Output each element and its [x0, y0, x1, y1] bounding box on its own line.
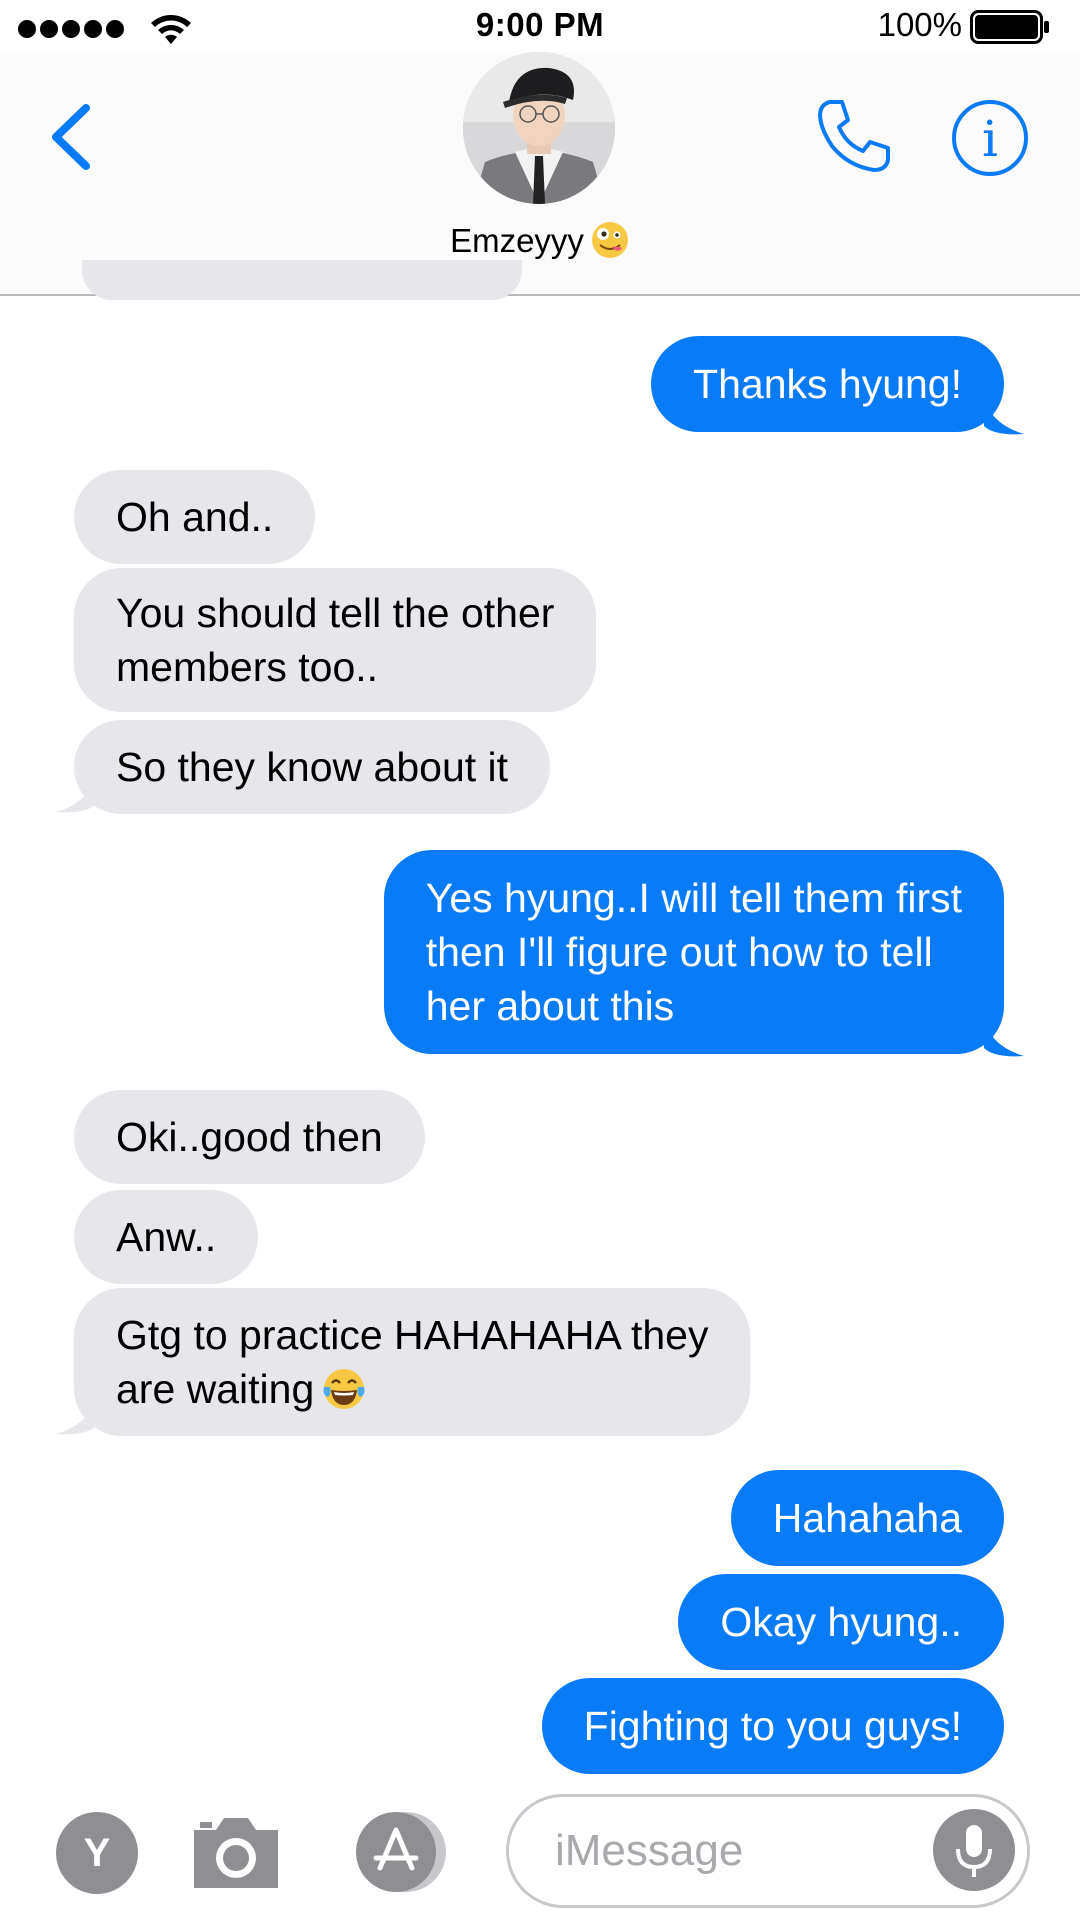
imessage-input[interactable]	[555, 1797, 925, 1905]
message-list[interactable]: Thanks hyung! Oh and.. You should tell t…	[0, 260, 1080, 1780]
message-text: are waiting	[116, 1366, 315, 1412]
message-text: Gtg to practice HAHAHAHA they	[116, 1312, 709, 1358]
received-message-bubble[interactable]: Oki..good then	[74, 1090, 425, 1184]
sent-message-bubble[interactable]: Yes hyung..I will tell them first then I…	[383, 850, 1004, 1054]
sent-message-bubble[interactable]: Thanks hyung!	[651, 336, 1004, 432]
sent-message-bubble[interactable]: Fighting to you guys!	[541, 1678, 1004, 1774]
status-bar: 9:00 PM 100%	[0, 0, 1080, 52]
received-message-bubble[interactable]: Gtg to practice HAHAHAHA they are waitin…	[74, 1288, 751, 1436]
message-text: her about this	[425, 983, 675, 1029]
message-text: You should tell the other	[116, 590, 555, 636]
message-text: Yes hyung..I will tell them first	[425, 875, 962, 921]
bubble-tail	[56, 774, 96, 813]
bubble-tail	[56, 1396, 96, 1435]
chevron-left-icon[interactable]	[40, 92, 100, 182]
received-message-bubble[interactable]: Oh and..	[74, 470, 316, 564]
svg-text:i: i	[982, 110, 998, 168]
apps-button[interactable]: Y	[56, 1812, 138, 1894]
bubble-tail	[984, 396, 1024, 435]
message-input-bar: Y	[0, 1780, 1080, 1920]
message-text: Hahahaha	[772, 1495, 962, 1541]
message-text: members too..	[116, 644, 379, 690]
microphone-button[interactable]	[933, 1809, 1015, 1891]
message-text: Oh and..	[116, 494, 274, 540]
message-text: then I'll figure out how to tell	[425, 929, 933, 975]
battery-fill	[975, 15, 1038, 39]
avatar[interactable]	[463, 52, 615, 204]
message-text-line: are waiting	[116, 1362, 708, 1416]
message-field[interactable]	[506, 1794, 1030, 1908]
app-store-icon[interactable]	[346, 1810, 458, 1894]
received-message-bubble[interactable]: Anw..	[74, 1190, 259, 1284]
bubble-tail	[984, 1018, 1024, 1057]
message-text: Fighting to you guys!	[583, 1703, 962, 1749]
zany-face-emoji	[591, 222, 628, 258]
avatar-image	[463, 52, 615, 204]
received-message-bubble[interactable]: You should tell the other members too..	[74, 568, 597, 712]
contact-name: Emzeyyy	[450, 222, 584, 259]
camera-icon[interactable]	[188, 1812, 284, 1892]
face-with-tears-of-joy-emoji	[323, 1369, 365, 1409]
microphone-icon	[956, 1825, 992, 1877]
battery-percentage: 100%	[877, 6, 962, 43]
sent-message-bubble[interactable]: Hahahaha	[730, 1470, 1004, 1566]
message-text: Thanks hyung!	[693, 361, 962, 407]
received-message-bubble[interactable]: So they know about it	[74, 720, 551, 814]
phone-icon[interactable]	[812, 94, 896, 178]
sent-message-bubble[interactable]: Okay hyung..	[678, 1574, 1004, 1670]
message-text: Anw..	[116, 1214, 217, 1260]
battery-icon	[970, 10, 1049, 44]
info-icon[interactable]: i	[950, 98, 1030, 178]
message-text: So they know about it	[116, 744, 509, 790]
previous-message-bubble	[82, 260, 522, 300]
contact-name-row[interactable]: Emzeyyy	[0, 220, 1080, 260]
message-text: Okay hyung..	[720, 1599, 962, 1645]
message-text: Oki..good then	[116, 1114, 383, 1160]
